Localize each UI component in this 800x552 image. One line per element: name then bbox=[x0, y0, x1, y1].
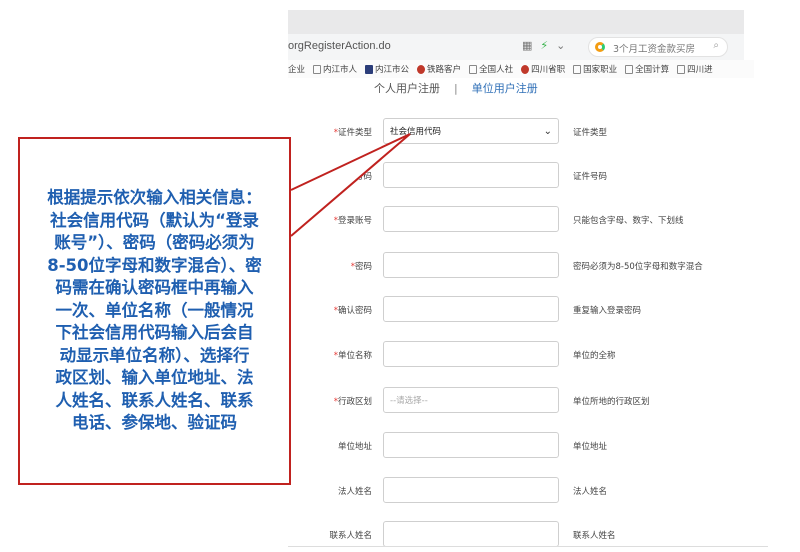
instruction-callout: 根据提示依次输入相关信息： 社会信用代码（默认为“登录 账号”）、密码（密码必须… bbox=[18, 137, 291, 485]
instruction-text: 根据提示依次输入相关信息： 社会信用代码（默认为“登录 账号”）、密码（密码必须… bbox=[47, 188, 262, 433]
